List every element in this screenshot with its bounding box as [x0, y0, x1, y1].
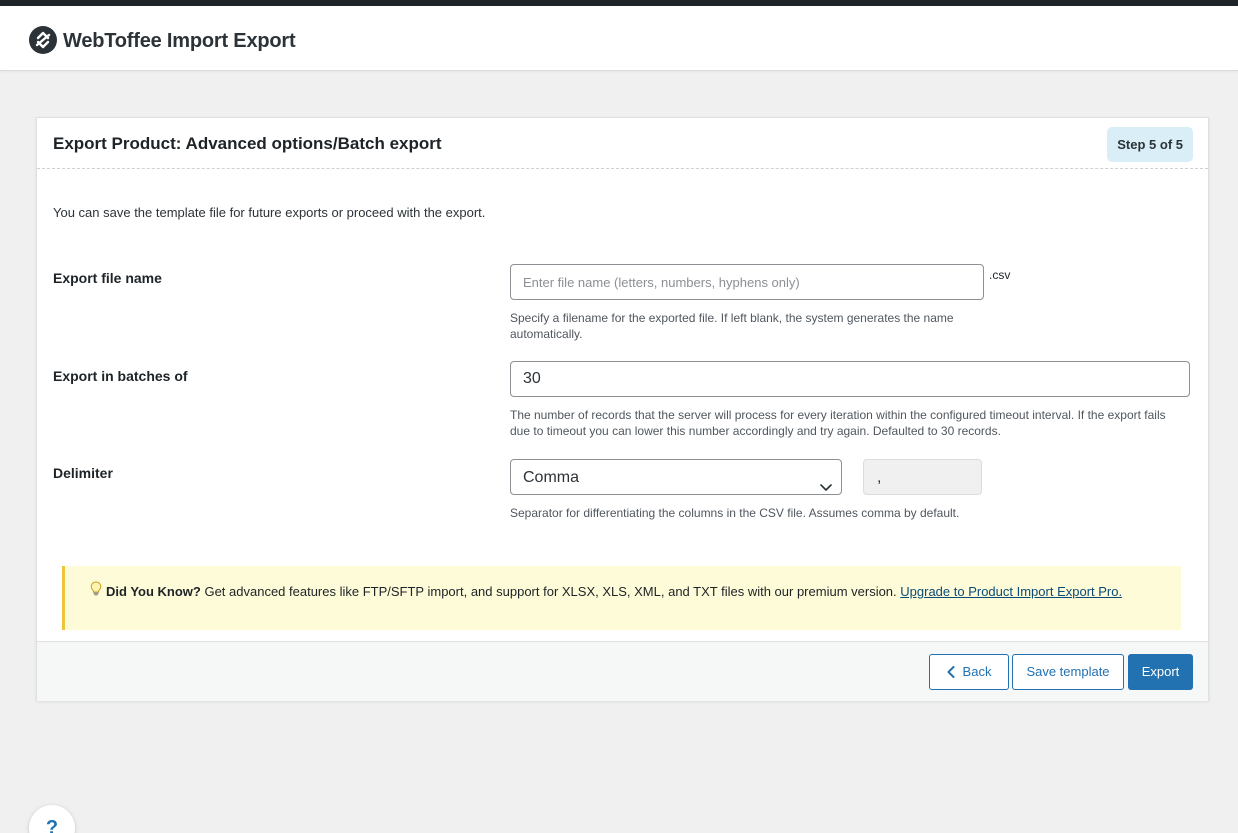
filename-help: Specify a filename for the exported file… [510, 311, 954, 341]
lightbulb-icon [90, 581, 102, 599]
export-button[interactable]: Export [1128, 654, 1193, 690]
header-divider [37, 168, 1208, 169]
back-label: Back [962, 664, 992, 679]
notice-bold: Did You Know? [106, 584, 201, 599]
filename-input[interactable] [510, 264, 984, 300]
help-bubble-button[interactable]: ? [29, 805, 75, 833]
file-extension: .csv [989, 268, 1011, 282]
delimiter-character-field: , [863, 459, 982, 495]
intro-text: You can save the template file for futur… [53, 205, 486, 220]
batch-help: The number of records that the server wi… [510, 408, 1166, 438]
step-badge: Step 5 of 5 [1107, 127, 1193, 162]
notice-body: Get advanced features like FTP/SFTP impo… [200, 584, 901, 599]
page-title: Export Product: Advanced options/Batch e… [53, 134, 442, 153]
chevron-down-icon [819, 472, 833, 508]
app-header: WebToffee Import Export [0, 6, 1238, 71]
did-you-know-notice: Did You Know? Get advanced features like… [62, 566, 1181, 630]
save-template-button[interactable]: Save template [1012, 654, 1124, 690]
chevron-left-icon [947, 665, 955, 678]
upgrade-link[interactable]: Upgrade to Product Import Export Pro. [900, 584, 1122, 599]
brand-title: WebToffee Import Export [63, 30, 296, 52]
delimiter-selected-value: Comma [523, 469, 580, 486]
notice-text: Did You Know? Get advanced features like… [90, 581, 1122, 599]
arrows-circle-logo-icon [29, 26, 57, 54]
back-button[interactable]: Back [929, 654, 1009, 690]
card-footer: Back Save template Export [37, 641, 1208, 701]
delimiter-select[interactable]: Comma [510, 459, 842, 495]
delimiter-label: Delimiter [53, 465, 113, 481]
export-options-card: Export Product: Advanced options/Batch e… [36, 117, 1209, 701]
batch-size-input[interactable] [510, 361, 1190, 397]
batch-label: Export in batches of [53, 368, 188, 384]
filename-label: Export file name [53, 270, 162, 286]
delimiter-help: Separator for differentiating the column… [510, 506, 960, 520]
